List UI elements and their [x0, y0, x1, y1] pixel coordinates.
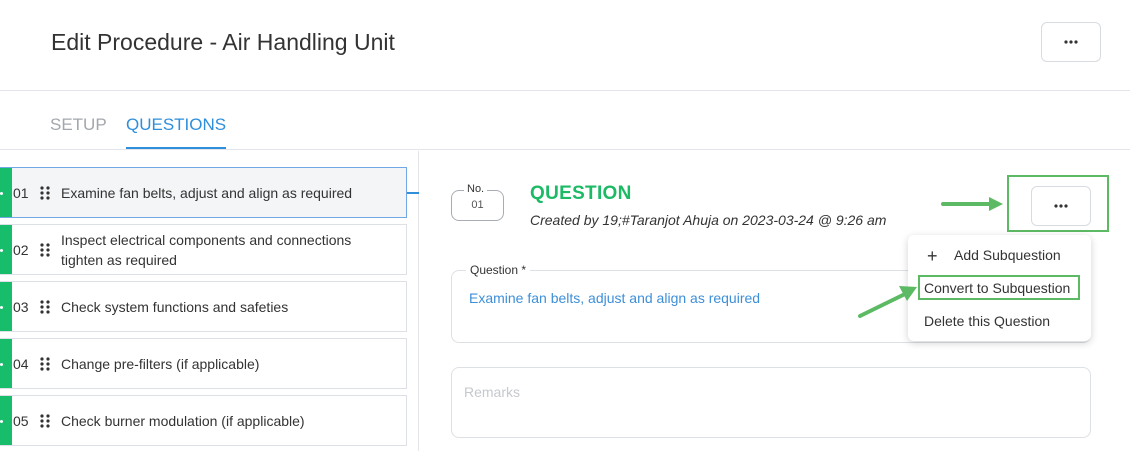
- question-number: 02: [13, 242, 29, 258]
- menu-item-add-subquestion[interactable]: Add Subquestion: [954, 247, 1061, 263]
- drag-handle-icon[interactable]: [39, 414, 51, 428]
- question-status-bar: [0, 282, 12, 331]
- question-item-03[interactable]: 03 Check system functions and safeties: [0, 281, 407, 332]
- question-number: 03: [13, 299, 29, 315]
- question-list: 01 Examine fan belts, adjust and align a…: [0, 151, 419, 451]
- question-text: Change pre-filters (if applicable): [61, 356, 260, 372]
- tab-questions[interactable]: QUESTIONS: [126, 115, 227, 149]
- page-title: Edit Procedure - Air Handling Unit: [51, 29, 395, 55]
- question-number-value: 01: [471, 199, 484, 211]
- menu-item-delete-question[interactable]: Delete this Question: [924, 313, 1050, 329]
- question-status-bar: [0, 396, 12, 445]
- question-status-bar: [0, 339, 12, 388]
- question-item-01[interactable]: 01 Examine fan belts, adjust and align a…: [0, 167, 407, 218]
- drag-handle-icon[interactable]: [39, 243, 51, 257]
- tab-bar: SETUP QUESTIONS: [0, 91, 1130, 150]
- question-status-bar: [0, 168, 12, 217]
- question-text: Check system functions and safeties: [61, 299, 289, 315]
- drag-handle-icon[interactable]: [39, 186, 51, 200]
- question-number: 05: [13, 413, 29, 429]
- question-number-label: No.: [464, 183, 488, 195]
- drag-handle-icon[interactable]: [39, 300, 51, 314]
- annotation-arrow-icon: [941, 197, 1003, 211]
- question-item-04[interactable]: 04 Change pre-filters (if applicable): [0, 338, 407, 389]
- question-item-05[interactable]: 05 Check burner modulation (if applicabl…: [0, 395, 407, 446]
- selection-connector: [407, 192, 419, 194]
- page-header: Edit Procedure - Air Handling Unit: [0, 0, 1130, 91]
- question-text: Inspect electrical components and connec…: [61, 232, 352, 268]
- header-more-button[interactable]: [1041, 22, 1101, 62]
- tab-setup[interactable]: SETUP: [50, 115, 107, 149]
- question-text: Check burner modulation (if applicable): [61, 413, 305, 429]
- question-item-02[interactable]: 02 Inspect electrical components and con…: [0, 224, 407, 275]
- question-number: 01: [13, 185, 29, 201]
- question-heading: QUESTION: [530, 183, 632, 204]
- ellipsis-icon: [1054, 204, 1068, 208]
- annotation-highlight-box: [918, 275, 1080, 300]
- question-created-info: Created by 19;#Taranjot Ahuja on 2023-03…: [530, 212, 887, 228]
- remarks-field[interactable]: [451, 367, 1091, 438]
- annotation-arrow-icon: [858, 286, 917, 318]
- remarks-placeholder: Remarks: [464, 384, 521, 400]
- question-number: 04: [13, 356, 29, 372]
- question-field-label: Question *: [466, 263, 531, 277]
- question-more-button[interactable]: [1031, 186, 1091, 226]
- plus-icon: +: [927, 246, 938, 266]
- drag-handle-icon[interactable]: [39, 357, 51, 371]
- question-field-value[interactable]: Examine fan belts, adjust and align as r…: [469, 290, 760, 306]
- question-status-bar: [0, 225, 12, 274]
- question-text: Examine fan belts, adjust and align as r…: [61, 185, 353, 201]
- ellipsis-icon: [1064, 40, 1078, 44]
